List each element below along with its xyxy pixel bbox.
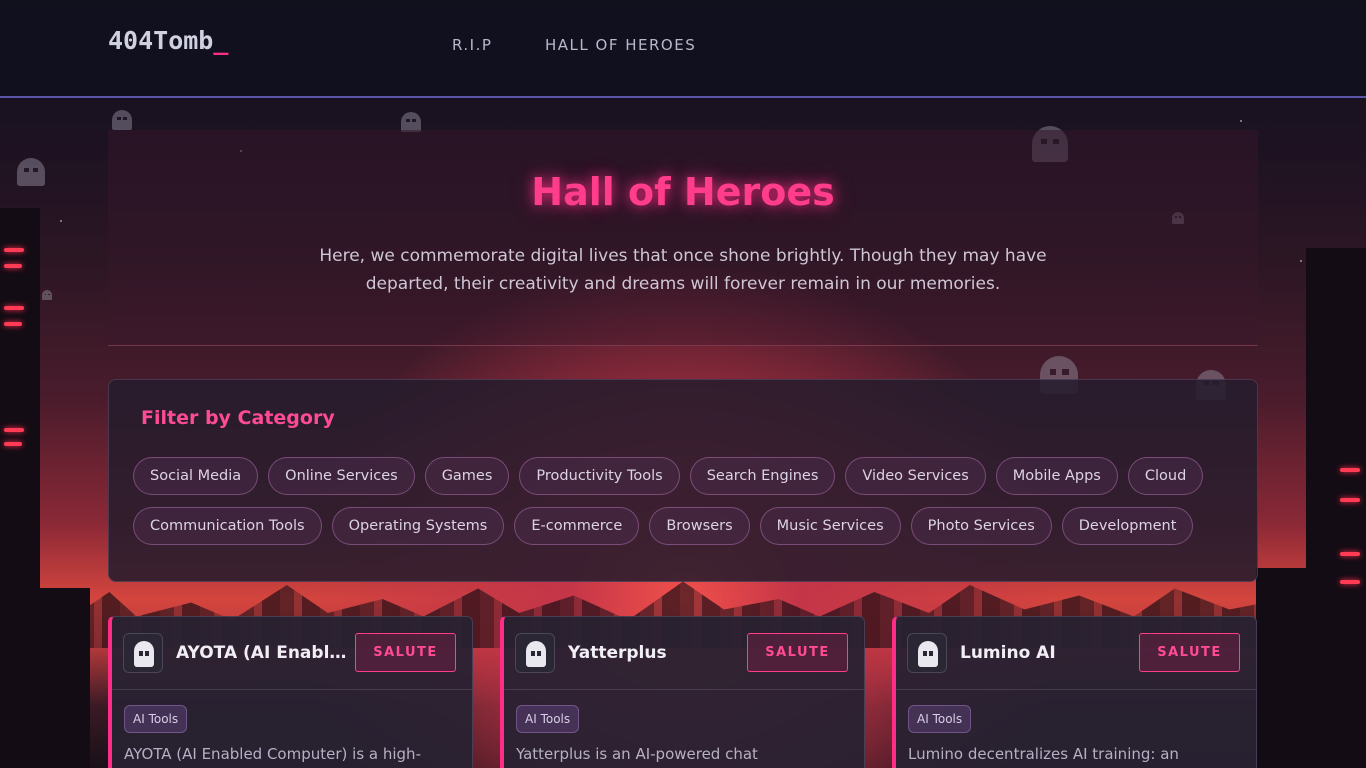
neon-sign [1340, 468, 1360, 472]
building-right-base [1256, 568, 1346, 768]
category-filter-panel: Filter by Category Social Media Online Se… [108, 379, 1258, 582]
ghost-avatar-icon [907, 633, 947, 673]
hero-card[interactable]: AYOTA (AI Enabled Computer) SALUTE AI To… [108, 616, 473, 768]
category-chip-search-engines[interactable]: Search Engines [689, 457, 836, 495]
ghost-avatar-icon [123, 633, 163, 673]
card-header: AYOTA (AI Enabled Computer) SALUTE [112, 617, 472, 690]
star [60, 220, 62, 222]
hero-card[interactable]: Lumino AI SALUTE AI Tools Lumino decentr… [892, 616, 1257, 768]
category-chip-communication-tools[interactable]: Communication Tools [133, 507, 322, 545]
nav-link-rip[interactable]: R.I.P [452, 36, 492, 54]
category-tag: AI Tools [908, 705, 972, 733]
ghost-avatar-icon [515, 633, 555, 673]
logo-cursor: _ [213, 26, 229, 55]
neon-sign [1340, 552, 1360, 556]
category-chip-games[interactable]: Games [424, 457, 510, 495]
category-chip-mobile-apps[interactable]: Mobile Apps [995, 457, 1118, 495]
category-chip-photo-services[interactable]: Photo Services [910, 507, 1052, 545]
category-chip-e-commerce[interactable]: E-commerce [514, 507, 640, 545]
hero-section: Hall of Heroes Here, we commemorate digi… [108, 130, 1258, 346]
neon-sign [4, 442, 22, 446]
site-logo[interactable]: 404Tomb_ [108, 26, 228, 55]
ghost-icon [17, 158, 45, 186]
card-title: Lumino AI [960, 643, 1056, 663]
neon-sign [4, 322, 22, 326]
card-header: Yatterplus SALUTE [504, 617, 864, 690]
salute-button[interactable]: SALUTE [1139, 633, 1240, 672]
page-title: Hall of Heroes [531, 170, 835, 214]
hero-card[interactable]: Yatterplus SALUTE AI Tools Yatterplus is… [500, 616, 865, 768]
neon-sign [4, 306, 24, 310]
ghost-icon [401, 112, 421, 132]
category-chip-productivity-tools[interactable]: Productivity Tools [519, 457, 680, 495]
ghost-icon [112, 110, 132, 130]
salute-button[interactable]: SALUTE [355, 633, 456, 672]
card-description: AYOTA (AI Enabled Computer) is a high- [124, 745, 421, 763]
nav-link-hall-of-heroes[interactable]: HALL OF HEROES [545, 36, 696, 54]
category-chip-development[interactable]: Development [1061, 507, 1194, 545]
category-chip-row-2: Communication Tools Operating Systems E-co… [133, 507, 1235, 547]
logo-text: 404Tomb [108, 26, 214, 55]
category-chip-browsers[interactable]: Browsers [649, 507, 750, 545]
filter-title: Filter by Category [141, 407, 335, 429]
category-chip-online-services[interactable]: Online Services [268, 457, 415, 495]
category-chip-cloud[interactable]: Cloud [1127, 457, 1204, 495]
ghost-icon [42, 290, 52, 300]
category-tag: AI Tools [124, 705, 188, 733]
salute-button[interactable]: SALUTE [747, 633, 848, 672]
category-tag: AI Tools [516, 705, 580, 733]
neon-sign [1340, 498, 1360, 502]
category-chip-operating-systems[interactable]: Operating Systems [331, 507, 505, 545]
category-chip-music-services[interactable]: Music Services [759, 507, 901, 545]
star [1240, 120, 1242, 122]
category-chip-row-1: Social Media Online Services Games Producti… [133, 457, 1235, 497]
category-chip-social-media[interactable]: Social Media [133, 457, 259, 495]
card-title: AYOTA (AI Enabled Computer) [176, 643, 351, 663]
neon-sign [4, 264, 22, 268]
star [1300, 260, 1302, 262]
building-left-base [0, 588, 90, 768]
neon-sign [4, 428, 24, 432]
page-description: Here, we commemorate digital lives that … [319, 246, 1047, 294]
neon-sign [4, 248, 24, 252]
category-chip-video-services[interactable]: Video Services [845, 457, 986, 495]
card-description: Yatterplus is an AI-powered chat [516, 745, 758, 763]
top-navbar: 404Tomb_ R.I.P HALL OF HEROES [0, 0, 1366, 98]
card-title: Yatterplus [568, 643, 667, 663]
card-description: Lumino decentralizes AI training: an [908, 745, 1179, 763]
neon-sign [1340, 580, 1360, 584]
card-header: Lumino AI SALUTE [896, 617, 1256, 690]
